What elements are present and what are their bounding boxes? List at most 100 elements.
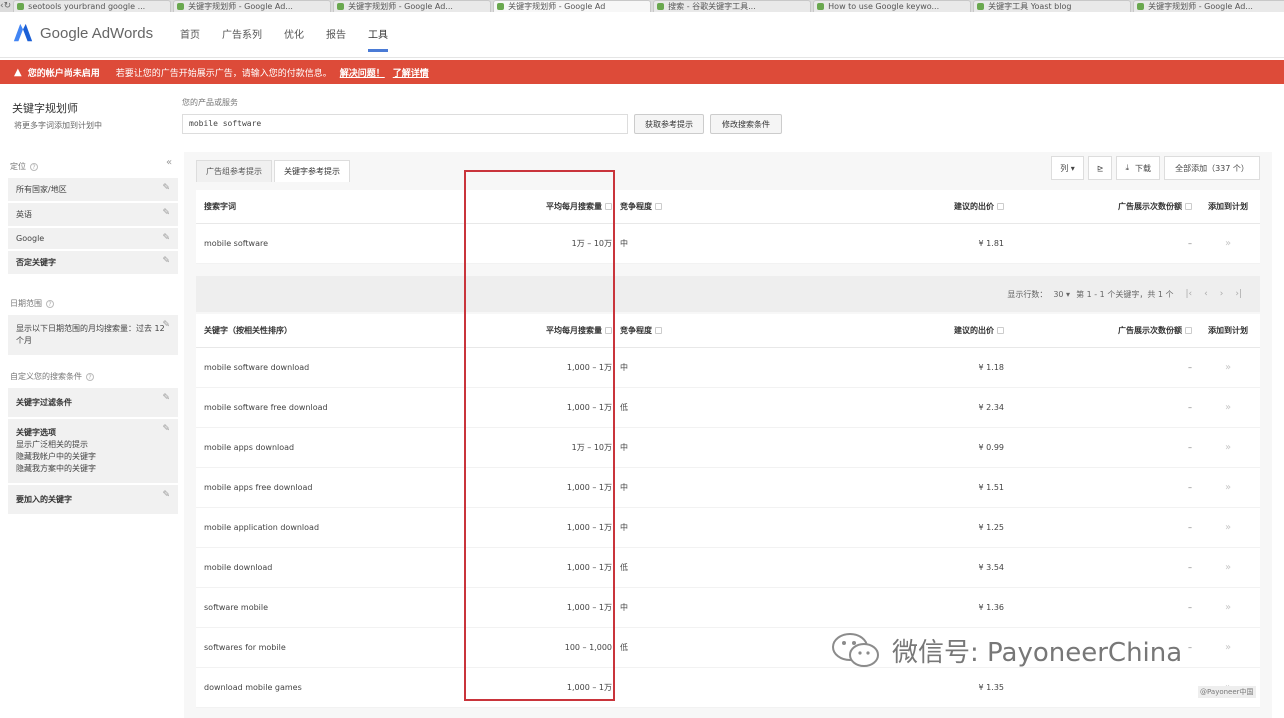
column-header-volume[interactable]: 平均每月搜索量 <box>466 190 612 223</box>
column-header-volume[interactable]: 平均每月搜索量 <box>466 314 612 347</box>
add-to-plan-icon[interactable]: » <box>1225 402 1231 413</box>
table-row[interactable]: mobile software free download 1,000 – 1万低… <box>196 388 1260 428</box>
help-icon[interactable] <box>655 203 662 210</box>
last-page-icon[interactable]: ›| <box>1235 289 1242 299</box>
browser-tab[interactable]: 搜索 - 谷歌关键字工具... <box>653 0 812 12</box>
table-row[interactable]: software mobile 1,000 – 1万中 ¥ 1.36 – » <box>196 588 1260 628</box>
rows-per-page-select[interactable]: 30 ▾ <box>1053 290 1070 299</box>
keyword-cell[interactable]: softwares for mobile <box>204 628 464 667</box>
add-to-plan-icon[interactable]: » <box>1225 238 1231 249</box>
reload-icon[interactable]: ↻ <box>4 0 12 12</box>
edit-pencil-icon[interactable]: ✎ <box>162 256 170 266</box>
edit-pencil-icon[interactable]: ✎ <box>162 424 170 434</box>
fix-it-link[interactable]: 解决问题！ <box>340 66 385 79</box>
page-subtitle: 将更多字词添加到计划中 <box>14 121 102 130</box>
edit-pencil-icon[interactable]: ✎ <box>162 233 170 243</box>
learn-more-link[interactable]: 了解详情 <box>393 66 429 79</box>
browser-tab[interactable]: 关键字工具 Yoast blog <box>973 0 1132 12</box>
column-header-bid[interactable]: 建议的出价 <box>886 314 1004 347</box>
edit-pencil-icon[interactable]: ✎ <box>162 393 170 403</box>
target-negative-keywords[interactable]: 否定关键字 ✎ <box>8 251 178 276</box>
chart-icon[interactable]: ⊵ <box>1087 156 1113 180</box>
browser-tab[interactable]: 关键字规划师 - Google Ad... <box>1133 0 1284 12</box>
keyword-cell[interactable]: mobile software free download <box>204 388 464 427</box>
browser-tab[interactable]: 关键字规划师 - Google Ad... <box>173 0 332 12</box>
target-language[interactable]: 英语 ✎ <box>8 203 178 228</box>
table-row[interactable]: mobile download 1,000 – 1万低 ¥ 3.54 – » <box>196 548 1260 588</box>
column-header-competition[interactable]: 竞争程度 <box>620 190 740 223</box>
column-header-bid[interactable]: 建议的出价 <box>886 190 1004 223</box>
help-icon[interactable] <box>605 327 612 334</box>
keyword-cell[interactable]: mobile apps free download <box>204 468 464 507</box>
keyword-cell[interactable]: mobile apps download <box>204 428 464 467</box>
table-row[interactable]: mobile apps download 1万 – 10万中 ¥ 0.99 – » <box>196 428 1260 468</box>
keyword-options-box[interactable]: 关键字选项 显示广泛相关的提示 隐藏我帐户中的关键字 隐藏我方案中的关键字 ✎ <box>8 419 178 485</box>
keyword-cell[interactable]: mobile application download <box>204 508 464 547</box>
add-all-button[interactable]: 全部添加（337 个） <box>1164 156 1260 180</box>
help-icon[interactable] <box>655 327 662 334</box>
nav-reports[interactable]: 报告 <box>326 26 346 52</box>
help-icon[interactable] <box>605 203 612 210</box>
bid-cell: ¥ 2.34 <box>978 403 1004 412</box>
competition-cell: 中 <box>620 239 628 248</box>
help-icon[interactable]: ? <box>86 372 94 381</box>
browser-tab[interactable]: How to use Google keywo... <box>813 0 972 12</box>
keyword-cell[interactable]: software mobile <box>204 588 464 627</box>
modify-search-button[interactable]: 修改搜索条件 <box>710 114 782 134</box>
prev-page-icon[interactable]: ‹ <box>1204 289 1208 299</box>
get-ideas-button[interactable]: 获取参考提示 <box>634 114 704 134</box>
help-icon[interactable]: ? <box>30 162 38 171</box>
column-header-keyword[interactable]: 关键字（按相关性排序） <box>204 314 464 347</box>
table-row[interactable]: mobile apps free download 1,000 – 1万中 ¥ 1.… <box>196 468 1260 508</box>
table-row[interactable]: mobile software download 1,000 – 1万中 ¥ 1.1… <box>196 348 1260 388</box>
column-header-keyword[interactable]: 搜索字词 <box>204 190 464 223</box>
browser-tab[interactable]: seotools yourbrand google ... <box>13 0 172 12</box>
include-keywords-box[interactable]: 要加入的关键字 ✎ <box>8 485 178 516</box>
keyword-cell[interactable]: mobile software download <box>204 348 464 387</box>
table-row[interactable]: mobile application download 1,000 – 1万中 ¥ … <box>196 508 1260 548</box>
keyword-cell[interactable]: mobile software <box>204 224 464 263</box>
date-range-box[interactable]: 显示以下日期范围的月均搜索量：过去 12 个月 ✎ <box>8 315 178 357</box>
add-to-plan-icon[interactable]: » <box>1225 602 1231 613</box>
add-to-plan-icon[interactable]: » <box>1225 642 1231 653</box>
target-location[interactable]: 所有国家/地区 ✎ <box>8 178 178 203</box>
edit-pencil-icon[interactable]: ✎ <box>162 320 170 330</box>
edit-pencil-icon[interactable]: ✎ <box>162 490 170 500</box>
table-row[interactable]: download mobile games1,000 – 1万¥ 1.35» <box>196 668 1260 708</box>
add-to-plan-icon[interactable]: » <box>1225 522 1231 533</box>
keyword-cell[interactable]: download mobile games <box>204 668 464 707</box>
add-to-plan-icon[interactable]: » <box>1225 482 1231 493</box>
column-header-impr-share[interactable]: 广告展示次数份额 <box>1036 314 1192 347</box>
add-to-plan-icon[interactable]: » <box>1225 362 1231 373</box>
first-page-icon[interactable]: |‹ <box>1186 289 1193 299</box>
column-header-impr-share[interactable]: 广告展示次数份额 <box>1036 190 1192 223</box>
help-icon[interactable]: ? <box>46 299 54 308</box>
tab-keyword-ideas[interactable]: 关键字参考提示 <box>274 160 350 182</box>
nav-campaigns[interactable]: 广告系列 <box>222 26 262 52</box>
help-icon[interactable] <box>997 327 1004 334</box>
browser-tab-label: 关键字规划师 - Google Ad... <box>348 2 453 11</box>
nav-home[interactable]: 首页 <box>180 26 200 52</box>
nav-tools[interactable]: 工具 <box>368 26 388 52</box>
columns-button[interactable]: 列 ▾ <box>1051 156 1084 180</box>
product-query-input[interactable]: mobile software <box>182 114 628 134</box>
tab-ad-group-ideas[interactable]: 广告组参考提示 <box>196 160 272 182</box>
download-button[interactable]: ⤓ 下载 <box>1116 156 1160 180</box>
edit-pencil-icon[interactable]: ✎ <box>162 183 170 193</box>
help-icon[interactable] <box>1185 327 1192 334</box>
adwords-logo[interactable]: Google AdWords <box>12 22 153 44</box>
keyword-filter-box[interactable]: 关键字过滤条件 ✎ <box>8 388 178 419</box>
add-to-plan-icon[interactable]: » <box>1225 562 1231 573</box>
target-network[interactable]: Google ✎ <box>8 228 178 251</box>
column-header-competition[interactable]: 竞争程度 <box>620 314 740 347</box>
browser-tab[interactable]: 关键字规划师 - Google Ad... <box>333 0 492 12</box>
keyword-cell[interactable]: mobile download <box>204 548 464 587</box>
edit-pencil-icon[interactable]: ✎ <box>162 208 170 218</box>
nav-optimize[interactable]: 优化 <box>284 26 304 52</box>
help-icon[interactable] <box>997 203 1004 210</box>
add-to-plan-icon[interactable]: » <box>1225 442 1231 453</box>
next-page-icon[interactable]: › <box>1220 289 1224 299</box>
help-icon[interactable] <box>1185 203 1192 210</box>
table-row[interactable]: mobile software 1万 – 10万中 ¥ 1.81 – » <box>196 224 1260 264</box>
browser-tab[interactable]: 关键字规划师 - Google Ad <box>493 0 652 12</box>
